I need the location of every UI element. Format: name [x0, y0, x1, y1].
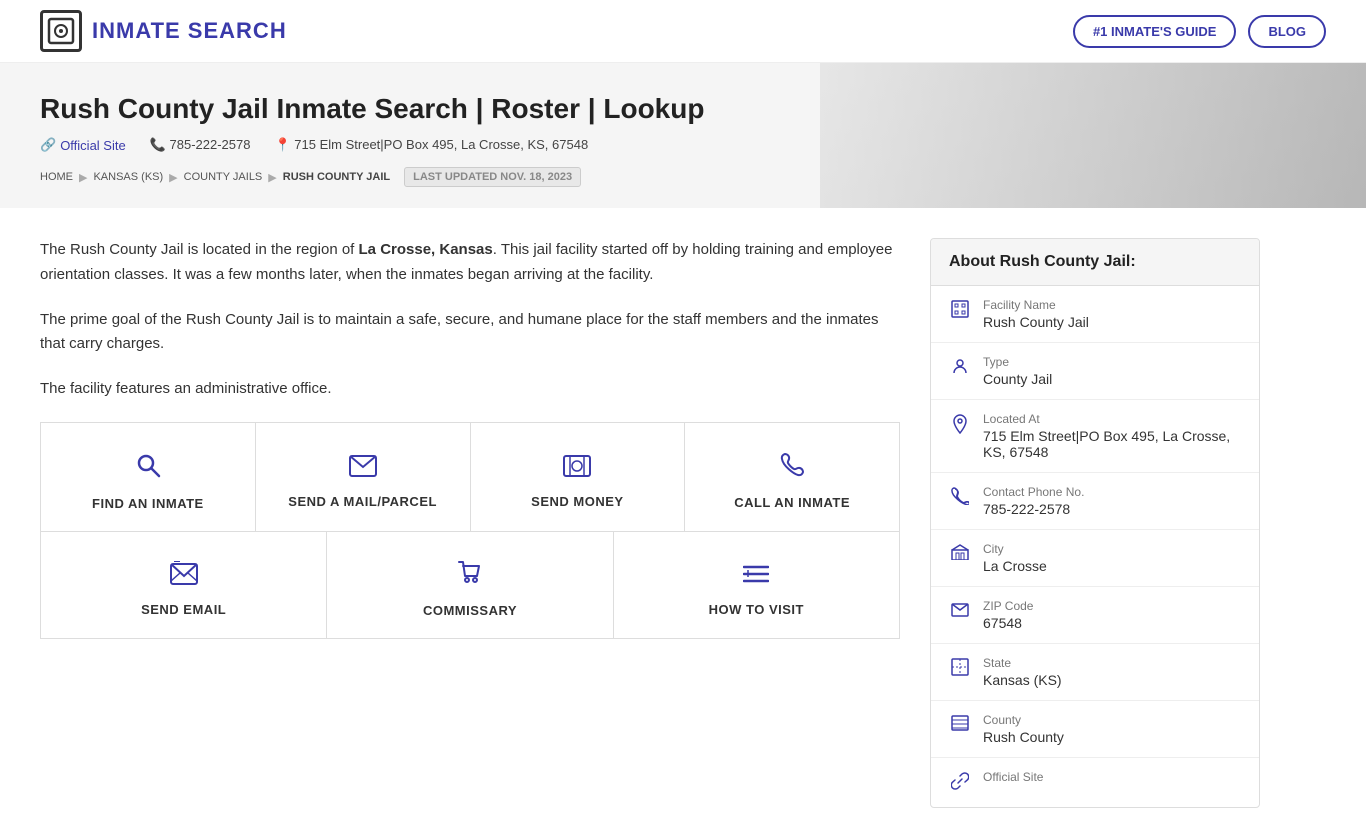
header: INMATE SEARCH #1 INMATE'S GUIDE BLOG	[0, 0, 1366, 63]
building-icon	[949, 300, 971, 323]
sidebar-facility-name: Facility Name Rush County Jail	[931, 286, 1259, 343]
phone-icon: 📞	[150, 137, 166, 152]
action-how-to-visit[interactable]: HOW TO VISIT	[614, 532, 899, 638]
action-commissary[interactable]: COMMISSARY	[327, 532, 613, 638]
breadcrumb-state[interactable]: KANSAS (KS)	[93, 171, 163, 183]
send-mail-icon	[349, 453, 377, 484]
call-inmate-icon	[779, 452, 805, 485]
commissary-icon	[457, 560, 483, 593]
county-icon	[949, 715, 971, 736]
state-value: Kansas (KS)	[983, 672, 1062, 688]
type-value: County Jail	[983, 371, 1052, 387]
send-email-label: SEND EMAIL	[141, 602, 226, 617]
content-text: The Rush County Jail is located in the r…	[40, 238, 900, 402]
sidebar-city: City La Crosse	[931, 530, 1259, 587]
sidebar-zip: ZIP Code 67548	[931, 587, 1259, 644]
sidebar-card-header: About Rush County Jail:	[931, 239, 1259, 286]
sidebar-official-site: Official Site	[931, 758, 1259, 807]
phone-icon	[949, 487, 971, 510]
sidebar-state: State Kansas (KS)	[931, 644, 1259, 701]
located-at-label: Located At	[983, 412, 1241, 426]
address-info: 📍 715 Elm Street|PO Box 495, La Crosse, …	[274, 137, 588, 153]
main-container: The Rush County Jail is located in the r…	[0, 208, 1366, 838]
state-icon	[949, 658, 971, 681]
action-grid: FIND AN INMATE SEND A MAIL/PARCEL	[40, 422, 900, 639]
sep3: ▶	[268, 171, 276, 184]
how-to-visit-label: HOW TO VISIT	[709, 602, 804, 617]
phone-label: Contact Phone No.	[983, 485, 1084, 499]
official-site-label: Official Site	[983, 770, 1043, 784]
paragraph-3: The facility features an administrative …	[40, 377, 900, 402]
inmate-guide-button[interactable]: #1 INMATE'S GUIDE	[1073, 15, 1236, 48]
city-label: City	[983, 542, 1047, 556]
location-pin-icon	[949, 414, 971, 439]
action-row-2: SEND EMAIL COMMISSARY	[41, 532, 899, 638]
facility-name-value: Rush County Jail	[983, 314, 1089, 330]
blog-button[interactable]: BLOG	[1248, 15, 1326, 48]
sidebar-county: County Rush County	[931, 701, 1259, 758]
county-value: Rush County	[983, 729, 1064, 745]
sidebar-type: Type County Jail	[931, 343, 1259, 400]
action-find-inmate[interactable]: FIND AN INMATE	[41, 423, 256, 531]
paragraph-1: The Rush County Jail is located in the r…	[40, 238, 900, 288]
sidebar-phone: Contact Phone No. 785-222-2578	[931, 473, 1259, 530]
sep1: ▶	[79, 171, 87, 184]
hero-background	[820, 63, 1366, 208]
map-pin-icon: 📍	[274, 137, 290, 152]
located-at-value: 715 Elm Street|PO Box 495, La Crosse, KS…	[983, 428, 1241, 460]
phone-info: 📞 785-222-2578	[150, 137, 251, 153]
phone-value: 785-222-2578	[983, 501, 1084, 517]
main-content: The Rush County Jail is located in the r…	[40, 238, 900, 808]
action-send-email[interactable]: SEND EMAIL	[41, 532, 327, 638]
city-icon	[949, 544, 971, 565]
send-mail-label: SEND A MAIL/PARCEL	[288, 494, 437, 509]
state-label: State	[983, 656, 1062, 670]
call-inmate-label: CALL AN INMATE	[734, 495, 850, 510]
zip-label: ZIP Code	[983, 599, 1033, 613]
paragraph-2: The prime goal of the Rush County Jail i…	[40, 308, 900, 358]
send-money-icon	[563, 453, 591, 484]
zip-value: 67548	[983, 615, 1033, 631]
action-call-inmate[interactable]: CALL AN INMATE	[685, 423, 899, 531]
breadcrumb-county-jails[interactable]: COUNTY JAILS	[184, 171, 263, 183]
find-inmate-icon	[134, 451, 162, 486]
county-label: County	[983, 713, 1064, 727]
logo-area: INMATE SEARCH	[40, 10, 287, 52]
header-nav: #1 INMATE'S GUIDE BLOG	[1073, 15, 1326, 48]
how-to-visit-icon	[743, 561, 769, 592]
official-site-link[interactable]: 🔗 Official Site	[40, 137, 126, 153]
action-row-1: FIND AN INMATE SEND A MAIL/PARCEL	[41, 423, 899, 532]
find-inmate-label: FIND AN INMATE	[92, 496, 204, 511]
zip-icon	[949, 601, 971, 622]
logo-text: INMATE SEARCH	[92, 18, 287, 44]
sidebar-located-at: Located At 715 Elm Street|PO Box 495, La…	[931, 400, 1259, 473]
logo-icon	[40, 10, 82, 52]
last-updated-badge: LAST UPDATED NOV. 18, 2023	[404, 167, 581, 187]
breadcrumb-home[interactable]: HOME	[40, 171, 73, 183]
city-value: La Crosse	[983, 558, 1047, 574]
send-money-label: SEND MONEY	[531, 494, 623, 509]
breadcrumb-current: RUSH COUNTY JAIL	[283, 171, 390, 183]
link-icon: 🔗	[40, 137, 56, 153]
sidebar-card: About Rush County Jail: Facility Name Ru…	[930, 238, 1260, 808]
send-email-icon	[170, 561, 198, 592]
official-site-icon	[949, 772, 971, 795]
action-send-money[interactable]: SEND MONEY	[471, 423, 686, 531]
action-send-mail[interactable]: SEND A MAIL/PARCEL	[256, 423, 471, 531]
commissary-label: COMMISSARY	[423, 603, 517, 618]
type-label: Type	[983, 355, 1052, 369]
sep2: ▶	[169, 171, 177, 184]
type-icon	[949, 357, 971, 380]
sidebar: About Rush County Jail: Facility Name Ru…	[930, 238, 1260, 808]
hero-banner: Rush County Jail Inmate Search | Roster …	[0, 63, 1366, 208]
facility-name-label: Facility Name	[983, 298, 1089, 312]
